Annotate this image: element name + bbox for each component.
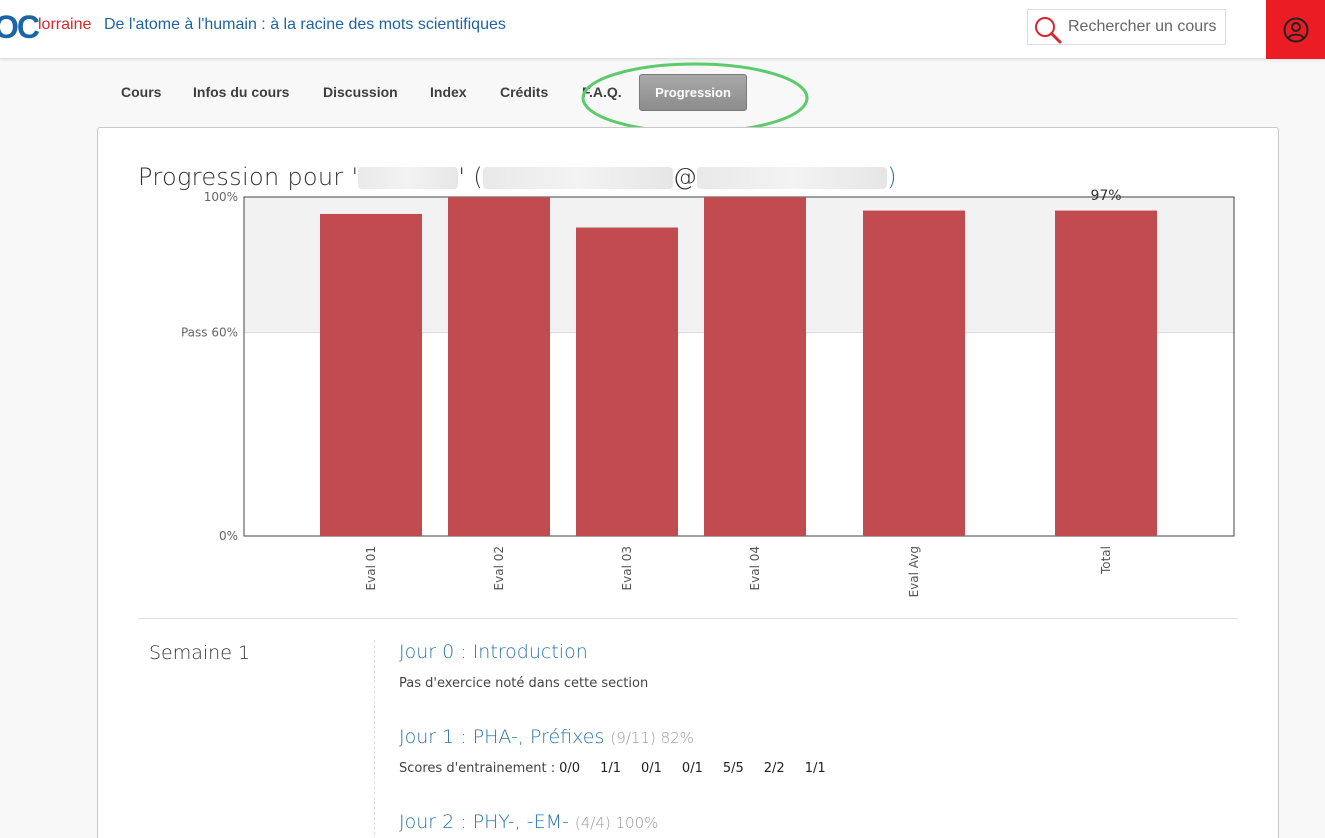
y-tick-label: 0%	[219, 529, 238, 543]
user-icon	[1283, 17, 1308, 42]
course-title[interactable]: De l'atome à l'humain : à la racine des …	[104, 16, 506, 34]
week-label: Semaine 1	[149, 642, 251, 664]
tab-faq[interactable]: F.A.Q.	[582, 84, 622, 100]
search-icon[interactable]	[1033, 15, 1063, 45]
section-note: Pas d'exercice noté dans cette section	[399, 676, 649, 691]
divider	[138, 618, 1238, 619]
practice-scores: Scores d'entrainement : 0/0 1/1 0/1 0/1 …	[399, 761, 826, 776]
y-tick-label: Pass 60%	[181, 326, 238, 340]
site-logo[interactable]: OC	[0, 9, 40, 46]
search-input[interactable]	[1068, 10, 1223, 44]
section-title-text[interactable]: Jour 0 : Introduction	[399, 641, 588, 663]
practice-score: 0/1	[681, 761, 703, 776]
total-value-label: 97%	[1090, 188, 1121, 204]
x-tick-label: Eval 04	[748, 546, 762, 590]
account-button[interactable]	[1266, 0, 1325, 59]
section-title-text[interactable]: Jour 2 : PHY-, -EM-	[399, 811, 569, 833]
practice-score: 0/0	[559, 761, 581, 776]
practice-scores-label: Scores d'entrainement :	[399, 761, 556, 776]
site-header: OC lorraine De l'atome à l'humain : à la…	[0, 0, 1325, 59]
x-tick-label: Total	[1099, 546, 1113, 575]
week-divider	[374, 640, 375, 838]
bar	[1055, 210, 1157, 536]
bar	[863, 210, 965, 536]
practice-score: 0/1	[641, 761, 662, 776]
bar	[704, 197, 806, 536]
section-title[interactable]: Jour 1 : PHA-, Préfixes (9/11) 82%	[399, 726, 694, 748]
section-title[interactable]: Jour 0 : Introduction	[399, 641, 588, 663]
tab-index[interactable]: Index	[430, 84, 467, 100]
practice-score: 1/1	[600, 761, 621, 776]
brand-name[interactable]: lorraine	[38, 16, 91, 34]
x-tick-label: Eval Avg	[907, 546, 921, 597]
progress-chart: 100% Pass 60% 0% Eval 01 Eval 02 Eval 03 Eval …	[181, 188, 1235, 597]
tab-progression[interactable]: Progression	[639, 74, 747, 111]
bar	[320, 213, 422, 536]
tab-credits[interactable]: Crédits	[500, 84, 548, 100]
y-tick-label: 100%	[204, 190, 238, 204]
tab-cours[interactable]: Cours	[121, 84, 161, 100]
x-tick-label: Eval 03	[620, 546, 634, 590]
practice-score: 2/2	[763, 761, 785, 776]
tab-discussion[interactable]: Discussion	[323, 84, 398, 100]
x-tick-label: Eval 02	[492, 546, 506, 590]
x-tick-label: Eval 01	[364, 546, 378, 590]
section-score: (9/11) 82%	[610, 729, 694, 747]
section-score: (4/4) 100%	[574, 814, 659, 832]
bar	[448, 197, 550, 536]
practice-score: 5/5	[722, 761, 744, 776]
section-title[interactable]: Jour 2 : PHY-, -EM- (4/4) 100%	[399, 811, 658, 833]
practice-score: 1/1	[804, 761, 826, 776]
tab-infos-du-cours[interactable]: Infos du cours	[193, 84, 289, 100]
search-box[interactable]	[1027, 9, 1226, 45]
section-title-text[interactable]: Jour 1 : PHA-, Préfixes	[399, 726, 604, 748]
bar	[576, 227, 678, 536]
